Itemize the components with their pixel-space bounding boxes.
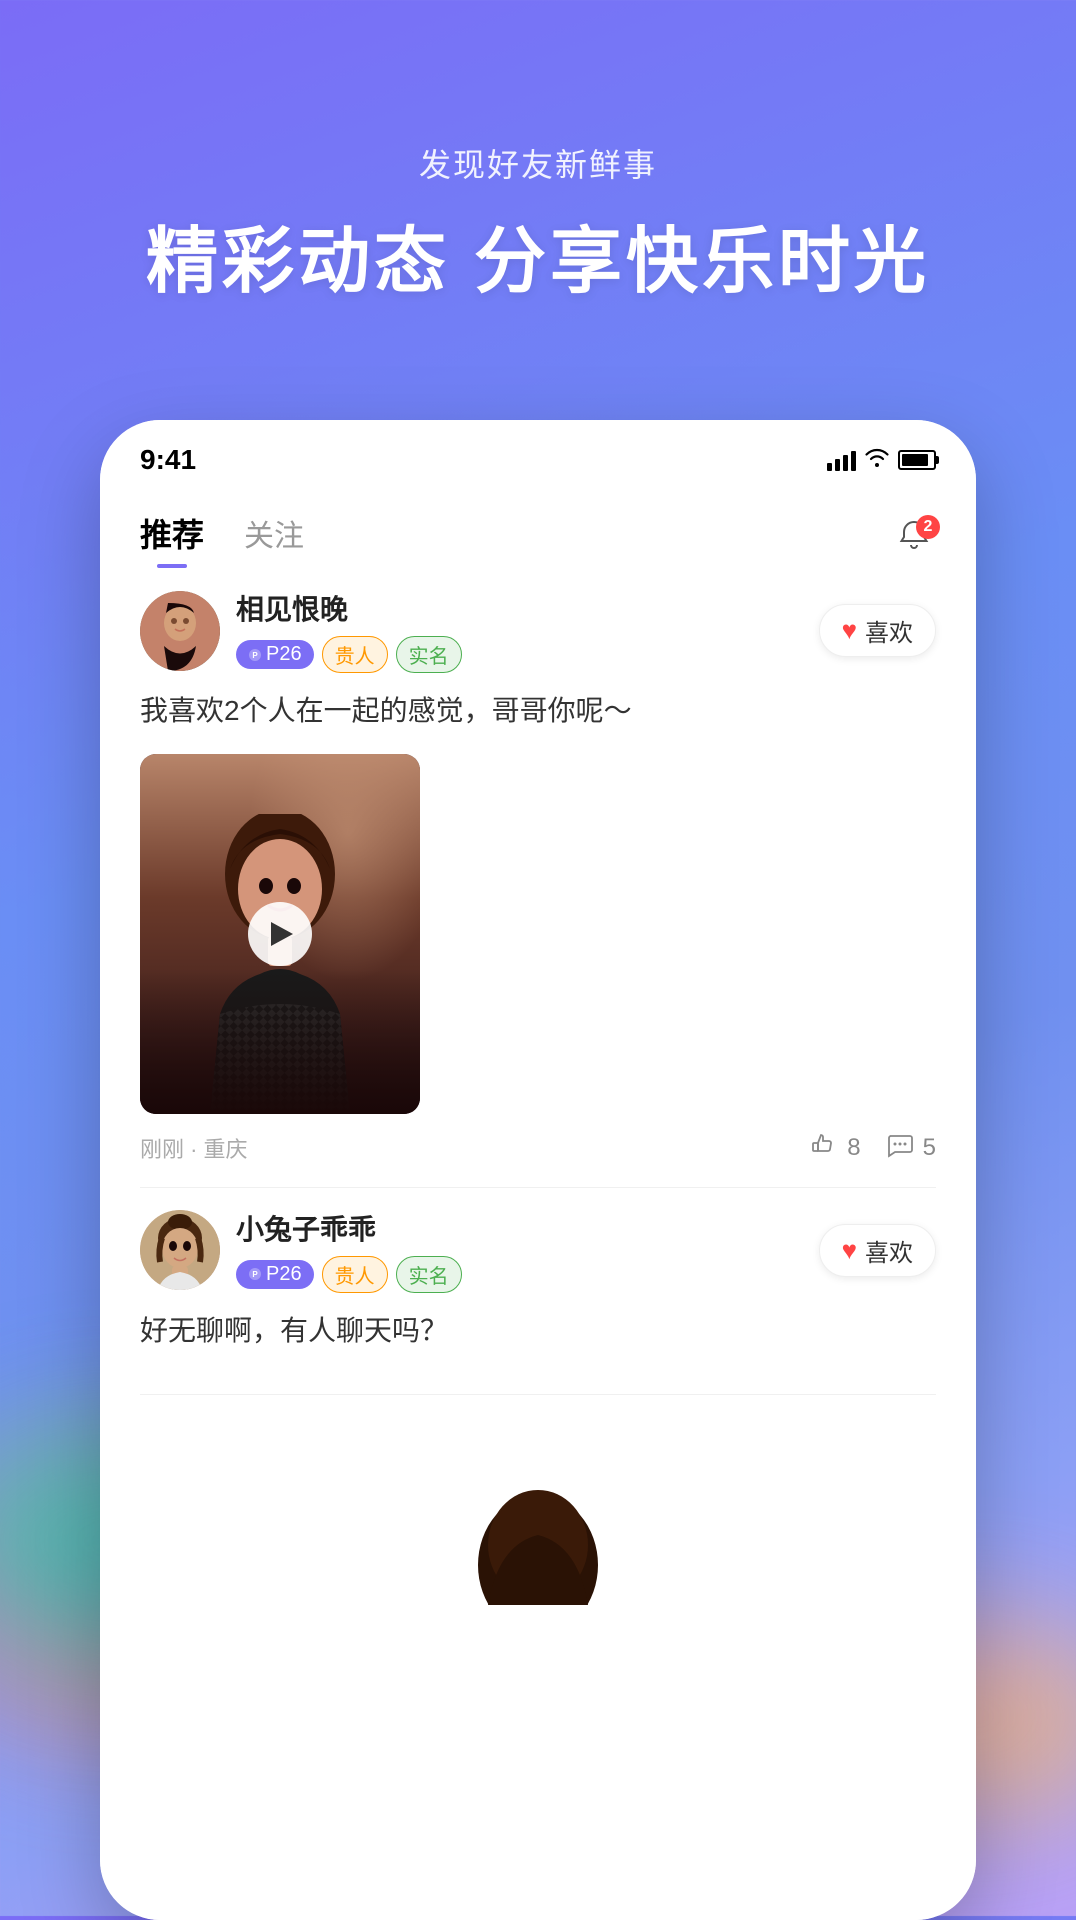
battery-icon	[898, 450, 936, 470]
likes-count: 8	[847, 1134, 860, 1162]
thumbs-up-action[interactable]: 8	[809, 1130, 860, 1167]
comments-count: 5	[923, 1134, 936, 1162]
avatar[interactable]	[140, 1210, 220, 1290]
avatar[interactable]	[140, 591, 220, 671]
video-dark-overlay	[140, 970, 420, 1114]
partial-avatar-silhouette	[458, 1425, 618, 1605]
user-info: 相见恨晚 P P26 贵人	[236, 588, 819, 673]
post-actions: 8	[809, 1130, 936, 1167]
user-tags: P P26 贵人 实名	[236, 1256, 819, 1293]
tag-verified: 实名	[396, 636, 462, 673]
tabs-bar: 推荐 关注 2	[100, 490, 976, 568]
user-tags: P P26 贵人 实名	[236, 636, 819, 673]
notification-badge: 2	[916, 515, 940, 539]
signal-icon	[827, 449, 856, 471]
signal-bar-3	[843, 455, 848, 471]
thumbs-up-icon	[809, 1130, 839, 1167]
notification-bell[interactable]: 2	[892, 517, 936, 561]
user-info: 小兔子乖乖 P P26 贵人	[236, 1208, 819, 1293]
status-icons	[827, 447, 936, 473]
hero-title: 精彩动态 分享快乐时光	[0, 202, 1076, 307]
post-footer: 刚刚 · 重庆 8	[140, 1130, 936, 1167]
post-username: 相见恨晚	[236, 588, 819, 628]
battery-fill	[902, 454, 928, 466]
phone-mockup: 9:41	[100, 420, 976, 1916]
tag-real-person: 贵人	[322, 636, 388, 673]
post-item: 相见恨晚 P P26 贵人	[140, 588, 936, 1188]
signal-bar-1	[827, 463, 832, 471]
post-header: 小兔子乖乖 P P26 贵人	[140, 1208, 936, 1293]
post-feed: 相见恨晚 P P26 贵人	[100, 568, 976, 1625]
post-header: 相见恨晚 P P26 贵人	[140, 588, 936, 673]
svg-text:P: P	[252, 1270, 258, 1279]
post-username: 小兔子乖乖	[236, 1208, 819, 1248]
post-text: 好无聊啊，有人聊天吗？	[140, 1309, 936, 1354]
post-text: 我喜欢2个人在一起的感觉，哥哥你呢～	[140, 689, 936, 734]
like-button[interactable]: ♥ 喜欢	[819, 1224, 936, 1277]
heart-icon: ♥	[842, 615, 857, 646]
tab-recommended[interactable]: 推荐	[140, 510, 204, 568]
heart-icon: ♥	[842, 1235, 857, 1266]
phone-screen: 9:41	[100, 420, 976, 1920]
post-item: 小兔子乖乖 P P26 贵人	[140, 1208, 936, 1395]
video-thumbnail[interactable]	[140, 754, 420, 1114]
like-label: 喜欢	[865, 613, 913, 648]
comment-icon	[885, 1130, 915, 1167]
status-bar: 9:41	[100, 420, 976, 490]
hero-section: 发现好友新鲜事 精彩动态 分享快乐时光	[0, 0, 1076, 307]
play-icon	[271, 922, 293, 946]
like-label: 喜欢	[865, 1233, 913, 1268]
tag-p-level: P P26	[236, 1260, 314, 1289]
like-button[interactable]: ♥ 喜欢	[819, 604, 936, 657]
video-content	[140, 754, 420, 1114]
tab-following[interactable]: 关注	[244, 511, 304, 567]
wifi-icon	[864, 447, 890, 473]
hero-subtitle: 发现好友新鲜事	[0, 140, 1076, 186]
play-button[interactable]	[248, 902, 312, 966]
comment-action[interactable]: 5	[885, 1130, 936, 1167]
svg-text:P: P	[252, 651, 258, 660]
app-content: 推荐 关注 2	[100, 490, 976, 1920]
tag-p-level: P P26	[236, 640, 314, 669]
post-partial	[140, 1405, 936, 1605]
status-time: 9:41	[140, 444, 196, 476]
signal-bar-2	[835, 459, 840, 471]
signal-bar-4	[851, 451, 856, 471]
post-meta: 刚刚 · 重庆	[140, 1132, 248, 1164]
tag-verified: 实名	[396, 1256, 462, 1293]
tag-real-person: 贵人	[322, 1256, 388, 1293]
